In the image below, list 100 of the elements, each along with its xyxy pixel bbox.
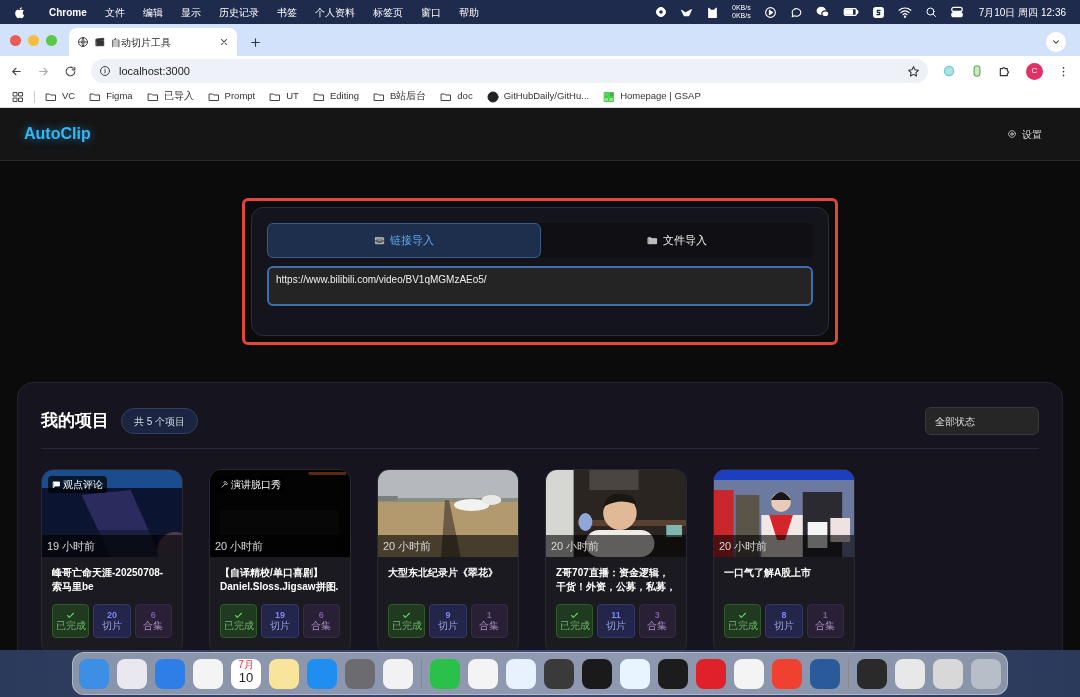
bookmark[interactable]: B站后台 xyxy=(372,89,427,104)
section-title: 我的项目 xyxy=(41,410,109,433)
bookmark[interactable]: VC xyxy=(45,89,76,104)
bookmark[interactable]: Homepage | GSAP xyxy=(603,89,701,104)
clips-label: 切片 xyxy=(270,620,290,632)
folder-icon xyxy=(312,90,325,103)
clips-label: 切片 xyxy=(102,620,122,632)
calendar-month: 7月 xyxy=(238,658,254,670)
apple-icon[interactable] xyxy=(14,5,25,19)
dock-app-icon[interactable] xyxy=(582,658,612,689)
star-icon[interactable] xyxy=(907,64,920,78)
collections-label: 合集 xyxy=(311,620,332,632)
collections-label: 合集 xyxy=(815,620,836,632)
menu-item[interactable]: 编辑 xyxy=(142,4,163,20)
settings-button[interactable]: 设置 xyxy=(1007,126,1042,142)
control-center-icon[interactable] xyxy=(949,5,964,19)
clips-count: 11 xyxy=(611,610,621,620)
browser-tab[interactable]: 自动切片工具 xyxy=(69,28,237,56)
status-filter[interactable]: 全部状态 xyxy=(925,407,1039,435)
menu-item[interactable]: 个人资料 xyxy=(314,4,355,20)
menu-item[interactable]: 书签 xyxy=(276,4,297,20)
collections-count: 1 xyxy=(822,610,828,620)
chevron-down-icon xyxy=(1051,37,1061,47)
project-card[interactable]: 20 小时前 Z哥707直播：资金逻辑，干货！外资，公募，私募， 已完成 11 切片 3 合集 xyxy=(545,469,687,650)
check-icon xyxy=(66,610,76,620)
folder-icon xyxy=(45,90,57,103)
time-label: 20 小时前 xyxy=(383,538,432,554)
menu-item[interactable]: 帮助 xyxy=(458,4,479,20)
menu-item[interactable]: 历史记录 xyxy=(218,4,259,20)
menu-item[interactable]: 标签页 xyxy=(372,4,403,20)
project-card[interactable]: 20 小时前 一口气了解A股上市 已完成 8 切片 1 合集 xyxy=(713,469,855,650)
apps-grid-icon[interactable] xyxy=(12,90,24,103)
folder-icon xyxy=(647,235,658,246)
app-s-icon[interactable] xyxy=(871,5,885,19)
url-input[interactable]: https://www.bilibili.com/video/BV1qMGMzAEo5/ xyxy=(267,266,813,306)
status-label: 已完成 xyxy=(559,619,590,632)
check-icon xyxy=(738,610,748,620)
play-icon[interactable] xyxy=(763,5,777,19)
reload-icon[interactable] xyxy=(64,64,77,78)
project-card[interactable]: 演讲脱口秀 20 小时前 【自译精校/单口喜剧】Daniel.Sloss.Jigsaw拼图. 已完成 19 切片 6 合集 xyxy=(209,469,351,650)
menu-item[interactable]: 窗口 xyxy=(420,4,441,20)
bookmark[interactable]: GitHubDaily/GitHu... xyxy=(486,89,590,104)
menu-item[interactable]: Chrome xyxy=(49,4,87,20)
record-icon[interactable] xyxy=(655,6,668,18)
dock-app-icon[interactable] xyxy=(544,658,574,689)
extension-icon[interactable] xyxy=(970,64,984,78)
folder-icon xyxy=(89,90,102,103)
clock[interactable]: 7月10日 周四 12:36 xyxy=(978,4,1066,20)
profile-avatar[interactable]: C xyxy=(1026,62,1043,80)
globe-icon xyxy=(77,36,89,48)
chat-icon[interactable] xyxy=(789,5,803,19)
wifi-icon[interactable] xyxy=(897,5,912,19)
bookmark[interactable]: Editing xyxy=(312,89,359,104)
new-tab-icon[interactable] xyxy=(249,35,262,49)
project-title: Z哥707直播：资金逻辑，干货！外资，公募，私募， xyxy=(556,566,676,594)
clips-count: 8 xyxy=(781,610,787,620)
calendar-day: 10 xyxy=(238,669,254,686)
search-icon[interactable] xyxy=(924,6,937,18)
collections-count: 3 xyxy=(654,610,660,620)
import-tab[interactable]: 链接导入 xyxy=(267,223,541,258)
dock-app-icon[interactable] xyxy=(193,658,223,689)
folder-icon xyxy=(440,90,453,103)
check-icon xyxy=(402,610,412,620)
tag-label: 观点评论 xyxy=(63,478,103,492)
project-title: 大型东北纪录片《翠花》 xyxy=(388,566,499,580)
dock-app-icon[interactable] xyxy=(658,658,688,689)
collections-count: 6 xyxy=(318,610,324,620)
clips-count: 9 xyxy=(445,610,451,620)
bookmark[interactable]: doc xyxy=(440,89,473,104)
url-text: localhost:3000 xyxy=(119,63,191,79)
close-icon[interactable] xyxy=(219,37,229,47)
project-count-badge: 共 5 个项目 xyxy=(121,408,199,434)
collections-label: 合集 xyxy=(479,620,500,632)
menu-item[interactable]: 显示 xyxy=(180,4,201,20)
wechat-icon[interactable] xyxy=(815,5,830,19)
dock-app-icon[interactable] xyxy=(857,658,887,689)
bookmark[interactable]: 已导入 xyxy=(146,89,194,104)
extension-icon[interactable] xyxy=(942,64,956,78)
tag-label: 演讲脱口秀 xyxy=(231,478,281,492)
status-label: 已完成 xyxy=(55,619,86,632)
app-logo: AutoClip xyxy=(24,124,91,144)
cat-icon[interactable] xyxy=(706,5,720,19)
close-window-button[interactable] xyxy=(10,34,21,46)
status-label: 已完成 xyxy=(223,619,254,632)
folder-icon xyxy=(207,90,220,103)
address-bar[interactable]: localhost:3000 xyxy=(91,59,928,83)
collections-count: 6 xyxy=(150,610,156,620)
project-card[interactable]: 20 小时前 大型东北纪录片《翠花》 已完成 9 切片 1 合集 xyxy=(377,469,519,650)
bookmark[interactable]: UT xyxy=(269,89,299,104)
bookmark[interactable]: Figma xyxy=(89,89,133,104)
project-card[interactable]: 观点评论 19 小时前 峰哥亡命天涯-20250708-索马里be 已完成 20 切片 6 合集 xyxy=(41,469,183,650)
calendar-app-icon[interactable]: 7月 10 xyxy=(231,658,261,689)
maximize-window-button[interactable] xyxy=(46,34,57,46)
tab-list-button[interactable] xyxy=(1046,32,1066,52)
menu-item[interactable]: 文件 xyxy=(104,4,125,20)
puzzle-icon[interactable] xyxy=(998,64,1012,78)
clips-label: 切片 xyxy=(774,620,794,632)
folder-icon xyxy=(146,90,159,103)
import-tab[interactable]: 文件导入 xyxy=(541,223,813,258)
bookmark[interactable]: Prompt xyxy=(207,89,256,104)
